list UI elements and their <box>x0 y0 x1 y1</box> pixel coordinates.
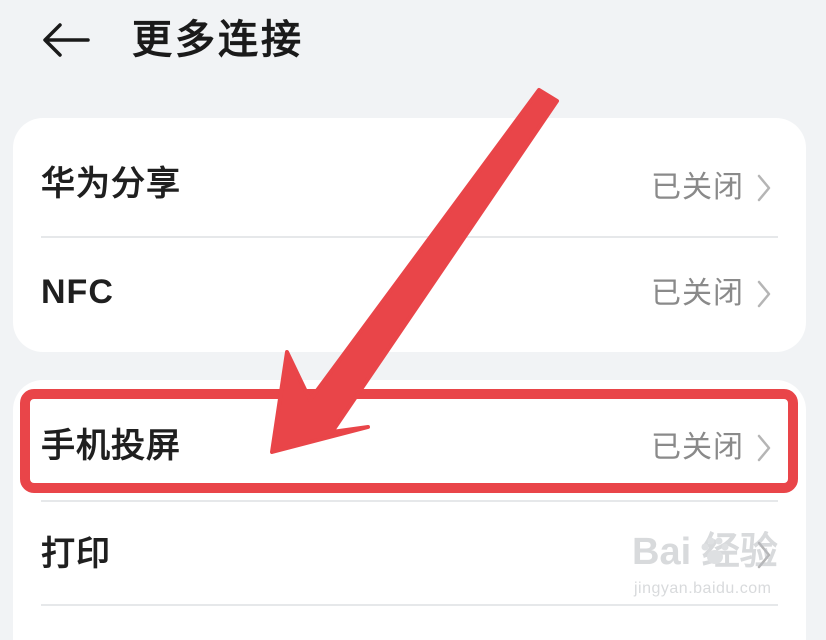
status-text: 已关闭 <box>651 277 744 310</box>
status-text: 已关闭 <box>651 171 744 204</box>
list-item-label: 手机投屏 <box>41 427 181 465</box>
chevron-right-icon <box>757 174 771 202</box>
list-item-screen-projection[interactable]: 手机投屏 已关闭 <box>13 390 806 500</box>
status-text: 已关闭 <box>651 431 744 464</box>
connection-group-1: 华为分享 已关闭 NFC 已关闭 <box>13 118 806 352</box>
watermark-url: jingyan.baidu.com <box>634 580 772 597</box>
page-title: 更多连接 <box>132 18 304 62</box>
list-item-label: NFC <box>41 273 114 311</box>
chevron-right-icon <box>757 434 771 462</box>
baidu-jingyan-watermark: Bai 经验 jingyan.baidu.com <box>632 530 792 610</box>
paw-icon <box>701 537 729 564</box>
header: 更多连接 <box>0 0 826 90</box>
list-item-nfc[interactable]: NFC 已关闭 <box>13 238 806 348</box>
chevron-right-icon <box>757 280 771 308</box>
list-item-huawei-share[interactable]: 华为分享 已关闭 <box>13 126 806 236</box>
arrow-left-icon[interactable] <box>40 22 92 58</box>
list-item-label: 华为分享 <box>41 165 181 203</box>
list-item-label: 打印 <box>41 535 111 573</box>
